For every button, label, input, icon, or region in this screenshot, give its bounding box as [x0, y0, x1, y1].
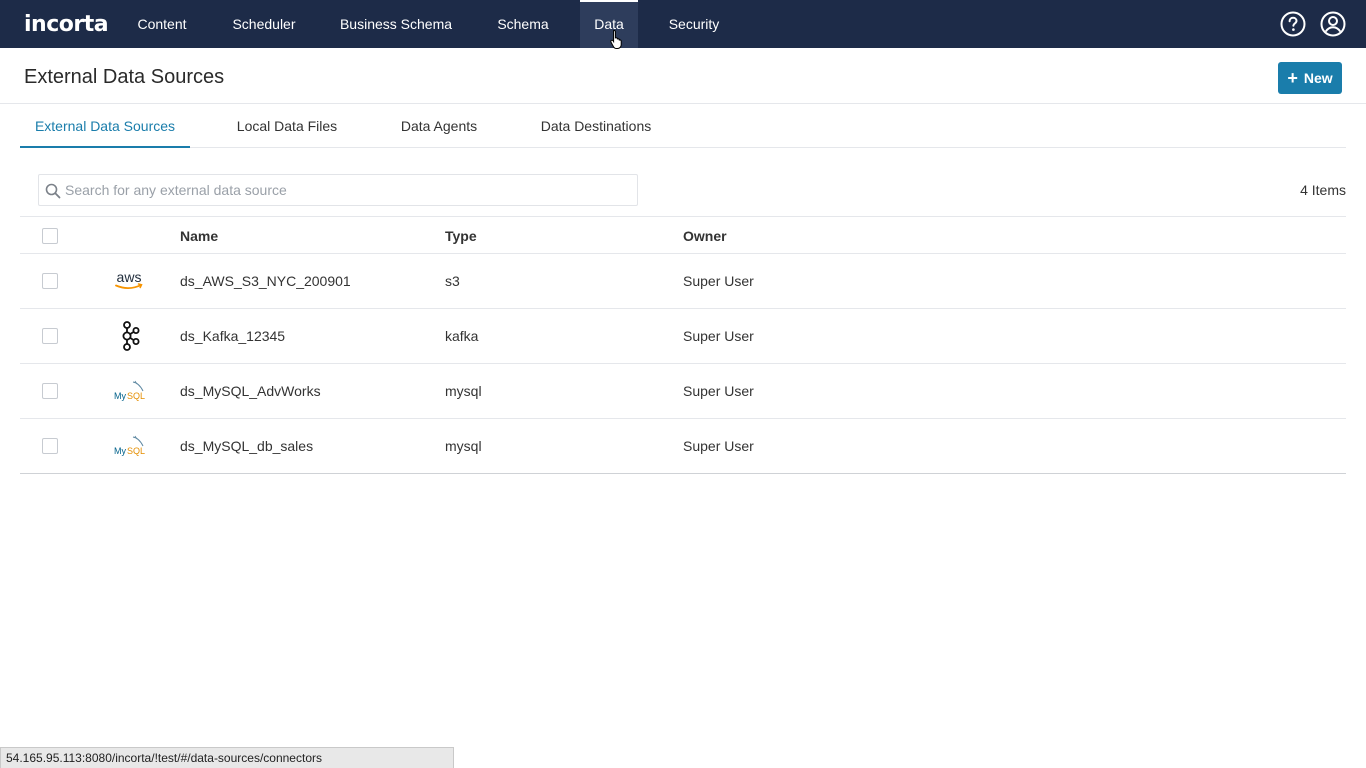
nav-right-icons — [1280, 11, 1346, 37]
row-name[interactable]: ds_MySQL_db_sales — [180, 438, 313, 454]
top-navigation-bar: incorta Content Scheduler Business Schem… — [0, 0, 1366, 48]
help-icon[interactable] — [1280, 11, 1306, 37]
table-row[interactable]: ds_Kafka_12345 kafka Super User — [20, 309, 1346, 364]
table-header: Name Type Owner — [20, 216, 1346, 254]
search-input[interactable] — [65, 175, 625, 205]
row-type: kafka — [445, 328, 479, 344]
mysql-icon: My SQL — [112, 376, 146, 406]
table-row[interactable]: My SQL ds_MySQL_AdvWorks mysql Super Use… — [20, 364, 1346, 419]
nav-item-business-schema[interactable]: Business Schema — [330, 0, 462, 48]
items-count: 4 Items — [1300, 182, 1346, 198]
row-name[interactable]: ds_Kafka_12345 — [180, 328, 285, 344]
incorta-logo[interactable]: incorta — [24, 12, 109, 37]
tab-external-data-sources[interactable]: External Data Sources — [20, 104, 190, 148]
svg-text:My: My — [114, 391, 126, 401]
mysql-icon: My SQL — [112, 431, 146, 461]
row-name[interactable]: ds_AWS_S3_NYC_200901 — [180, 273, 351, 289]
search-box — [38, 174, 638, 206]
nav-item-content[interactable]: Content — [126, 0, 198, 48]
data-tabs: External Data Sources Local Data Files D… — [20, 104, 1346, 148]
aws-icon: aws — [112, 266, 146, 296]
row-type: mysql — [445, 383, 482, 399]
column-header-owner[interactable]: Owner — [683, 228, 727, 244]
column-header-type[interactable]: Type — [445, 228, 477, 244]
tab-data-destinations[interactable]: Data Destinations — [528, 104, 664, 148]
row-checkbox[interactable] — [42, 383, 58, 399]
page-header: External Data Sources + New — [0, 48, 1366, 104]
user-account-icon[interactable] — [1320, 11, 1346, 37]
svg-text:My: My — [114, 446, 126, 456]
tab-local-data-files[interactable]: Local Data Files — [224, 104, 350, 148]
browser-status-url: 54.165.95.113:8080/incorta/!test/#/data-… — [0, 747, 454, 768]
row-type: s3 — [445, 273, 460, 289]
nav-item-scheduler[interactable]: Scheduler — [222, 0, 306, 48]
table-row[interactable]: My SQL ds_MySQL_db_sales mysql Super Use… — [20, 419, 1346, 474]
svg-text:SQL: SQL — [127, 391, 145, 401]
search-icon — [45, 183, 61, 199]
row-checkbox[interactable] — [42, 438, 58, 454]
column-header-name[interactable]: Name — [180, 228, 218, 244]
row-owner: Super User — [683, 383, 754, 399]
page-title: External Data Sources — [24, 66, 225, 88]
plus-icon: + — [1287, 68, 1298, 88]
row-owner: Super User — [683, 328, 754, 344]
row-name[interactable]: ds_MySQL_AdvWorks — [180, 383, 321, 399]
svg-text:SQL: SQL — [127, 446, 145, 456]
row-checkbox[interactable] — [42, 328, 58, 344]
row-owner: Super User — [683, 438, 754, 454]
kafka-icon — [112, 321, 146, 351]
select-all-checkbox[interactable] — [42, 228, 58, 244]
nav-item-security[interactable]: Security — [658, 0, 730, 48]
new-button[interactable]: + New — [1278, 62, 1342, 94]
row-owner: Super User — [683, 273, 754, 289]
tab-data-agents[interactable]: Data Agents — [390, 104, 488, 148]
hand-pointer-icon — [610, 29, 622, 49]
svg-text:aws: aws — [117, 269, 142, 285]
row-checkbox[interactable] — [42, 273, 58, 289]
table-row[interactable]: aws ds_AWS_S3_NYC_200901 s3 Super User — [20, 254, 1346, 309]
data-sources-table: Name Type Owner aws ds_AWS_S3_NYC_200901… — [20, 216, 1346, 474]
row-type: mysql — [445, 438, 482, 454]
new-button-label: New — [1303, 70, 1333, 86]
nav-item-schema[interactable]: Schema — [486, 0, 560, 48]
